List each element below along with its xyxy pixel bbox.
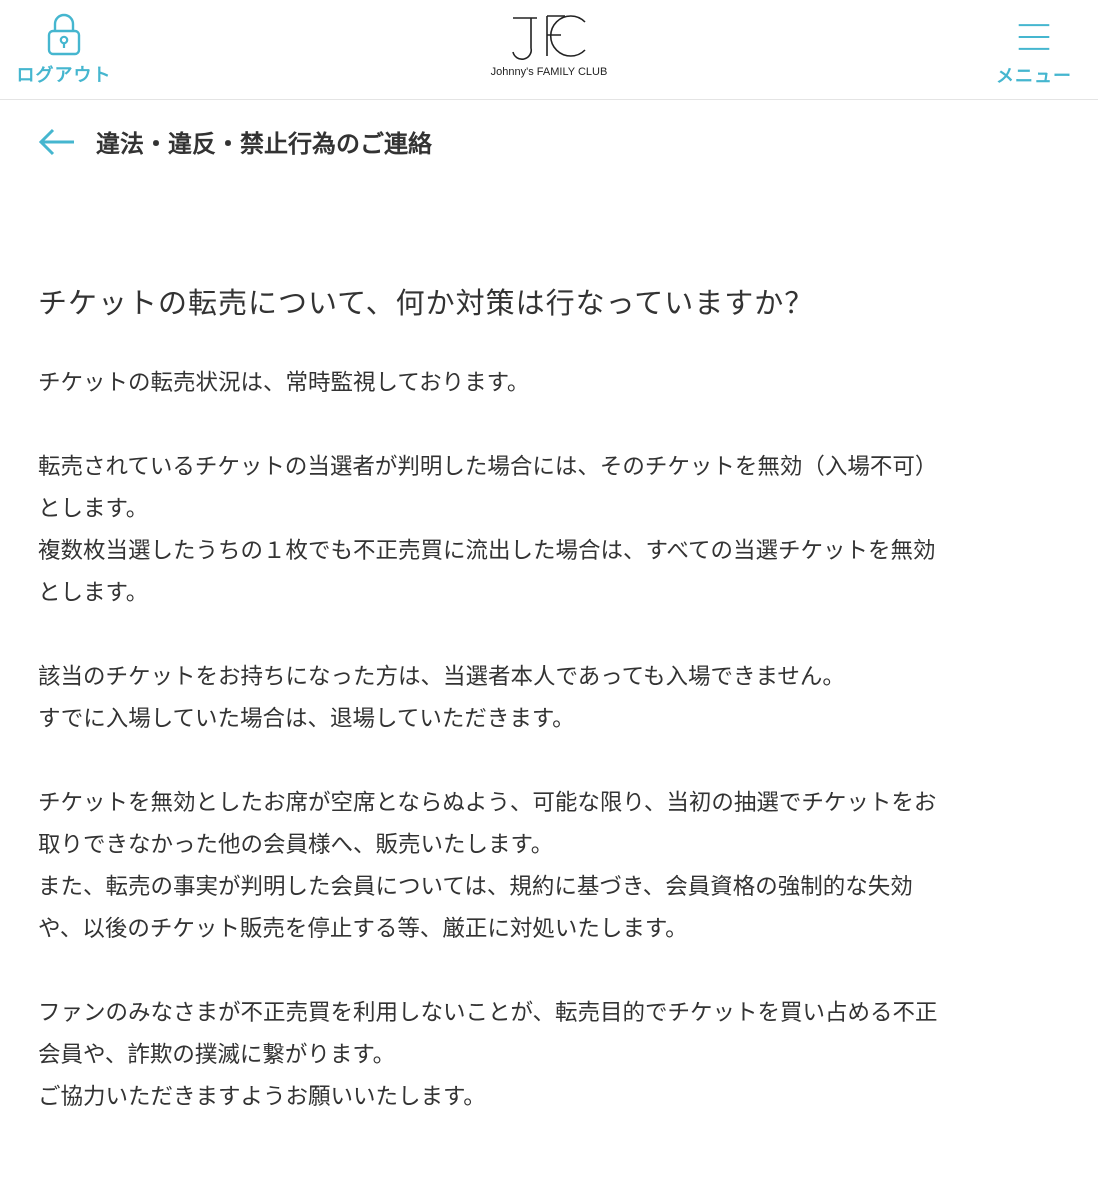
jfc-logo-mark: [512, 15, 586, 61]
answer-line: 複数枚当選したうちの１枚でも不正売買に流出した場合は、すべての当選チケットを無効: [38, 538, 936, 564]
answer-line: チケットの転売状況は、常時監視しております。: [38, 370, 530, 396]
answer-line: ファンのみなさまが不正売買を利用しないことが、転売目的でチケットを買い占める不正: [38, 1000, 938, 1026]
answer-paragraph: 転売されているチケットの当選者が判明した場合には、そのチケットを無効（入場不可）…: [38, 446, 1078, 614]
site-header: ログアウト Johnny's FAMILY CLUB メニュー: [0, 0, 1098, 100]
menu-button[interactable]: メニュー: [992, 12, 1076, 88]
faq-answer: チケットの転売状況は、常時監視しております。転売されているチケットの当選者が判明…: [38, 362, 1078, 1160]
answer-line: とします。: [38, 496, 149, 522]
answer-line: や、以後のチケット販売を停止する等、厳正に対処いたします。: [38, 916, 688, 942]
answer-line: また、転売の事実が判明した会員については、規約に基づき、会員資格の強制的な失効: [38, 874, 913, 900]
answer-paragraph: チケットの転売状況は、常時監視しております。: [38, 362, 1078, 404]
answer-paragraph: チケットを無効としたお席が空席とならぬよう、可能な限り、当初の抽選でチケットをお…: [38, 782, 1078, 950]
answer-paragraph: ファンのみなさまが不正売買を利用しないことが、転売目的でチケットを買い占める不正…: [38, 992, 1078, 1118]
answer-line: 転売されているチケットの当選者が判明した場合には、そのチケットを無効（入場不可）: [38, 454, 938, 480]
answer-line: ご協力いただきますようお願いいたします。: [38, 1084, 486, 1110]
answer-line: とします。: [38, 580, 149, 606]
hamburger-icon: [1018, 24, 1050, 50]
page-header: 違法・違反・禁止行為のご連絡: [38, 124, 432, 159]
page-title: 違法・違反・禁止行為のご連絡: [96, 130, 432, 158]
logo-text: Johnny's FAMILY CLUB: [490, 66, 608, 78]
answer-line: チケットを無効としたお席が空席とならぬよう、可能な限り、当初の抽選でチケットをお: [38, 790, 937, 816]
menu-label: メニュー: [996, 66, 1072, 87]
answer-paragraph: 該当のチケットをお持ちになった方は、当選者本人であっても入場できません。 すでに入…: [38, 656, 1078, 740]
answer-line: 会員や、詐欺の撲滅に繋がります。: [38, 1042, 396, 1068]
logout-label: ログアウト: [16, 65, 112, 86]
answer-line: すでに入場していた場合は、退場していただきます。: [38, 706, 575, 732]
lock-icon: [47, 13, 81, 56]
back-arrow-icon[interactable]: [38, 127, 76, 157]
logout-button[interactable]: ログアウト: [14, 12, 114, 88]
faq-question: チケットの転売について、何か対策は行なっていますか？: [38, 286, 815, 320]
answer-line: 取りできなかった他の会員様へ、販売いたします。: [38, 832, 554, 858]
answer-line: 該当のチケットをお持ちになった方は、当選者本人であっても入場できません。: [38, 664, 845, 690]
site-logo[interactable]: Johnny's FAMILY CLUB: [469, 8, 629, 88]
